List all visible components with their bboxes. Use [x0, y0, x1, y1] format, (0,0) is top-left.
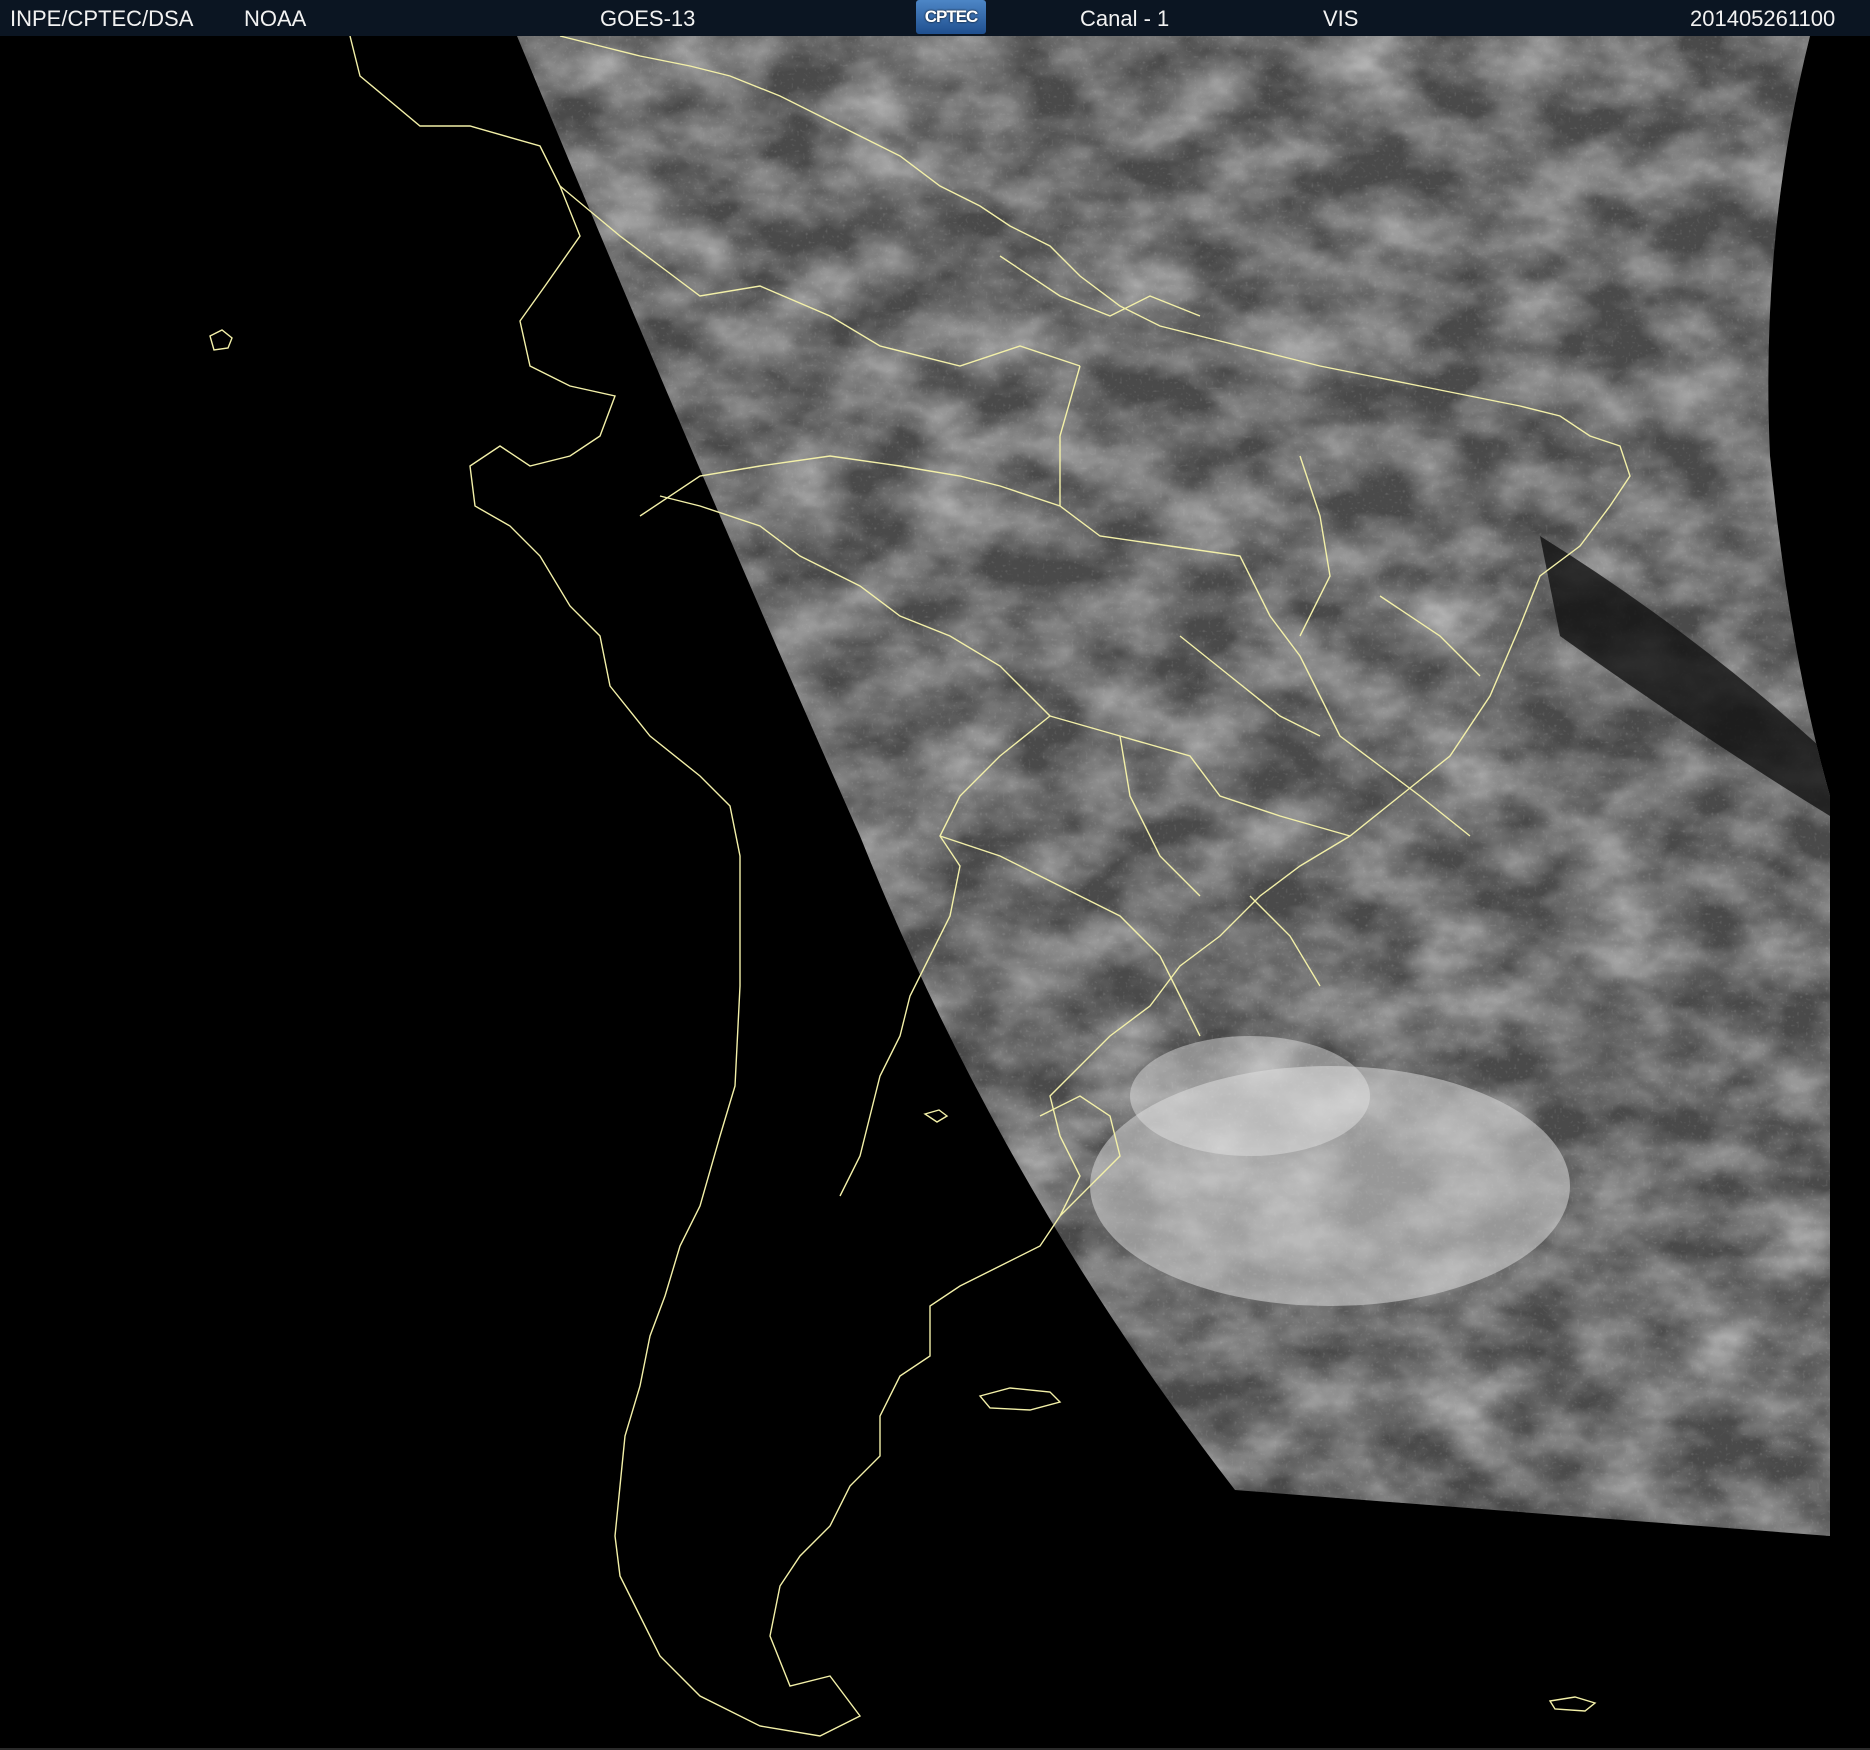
logo-text: CPTEC: [924, 7, 979, 26]
institution-label: INPE/CPTEC/DSA: [10, 6, 194, 31]
satellite-label: GOES-13: [600, 6, 696, 31]
timestamp-label: 201405261100: [1690, 6, 1836, 31]
band-label: VIS: [1323, 6, 1359, 31]
agency-label: NOAA: [244, 6, 307, 31]
satellite-map[interactable]: [0, 36, 1870, 1750]
cptec-logo: CPTEC: [916, 0, 986, 34]
header-bar: INPE/CPTEC/DSA NOAA GOES-13 CPTEC Canal …: [0, 0, 1870, 36]
channel-label: Canal - 1: [1080, 6, 1170, 31]
